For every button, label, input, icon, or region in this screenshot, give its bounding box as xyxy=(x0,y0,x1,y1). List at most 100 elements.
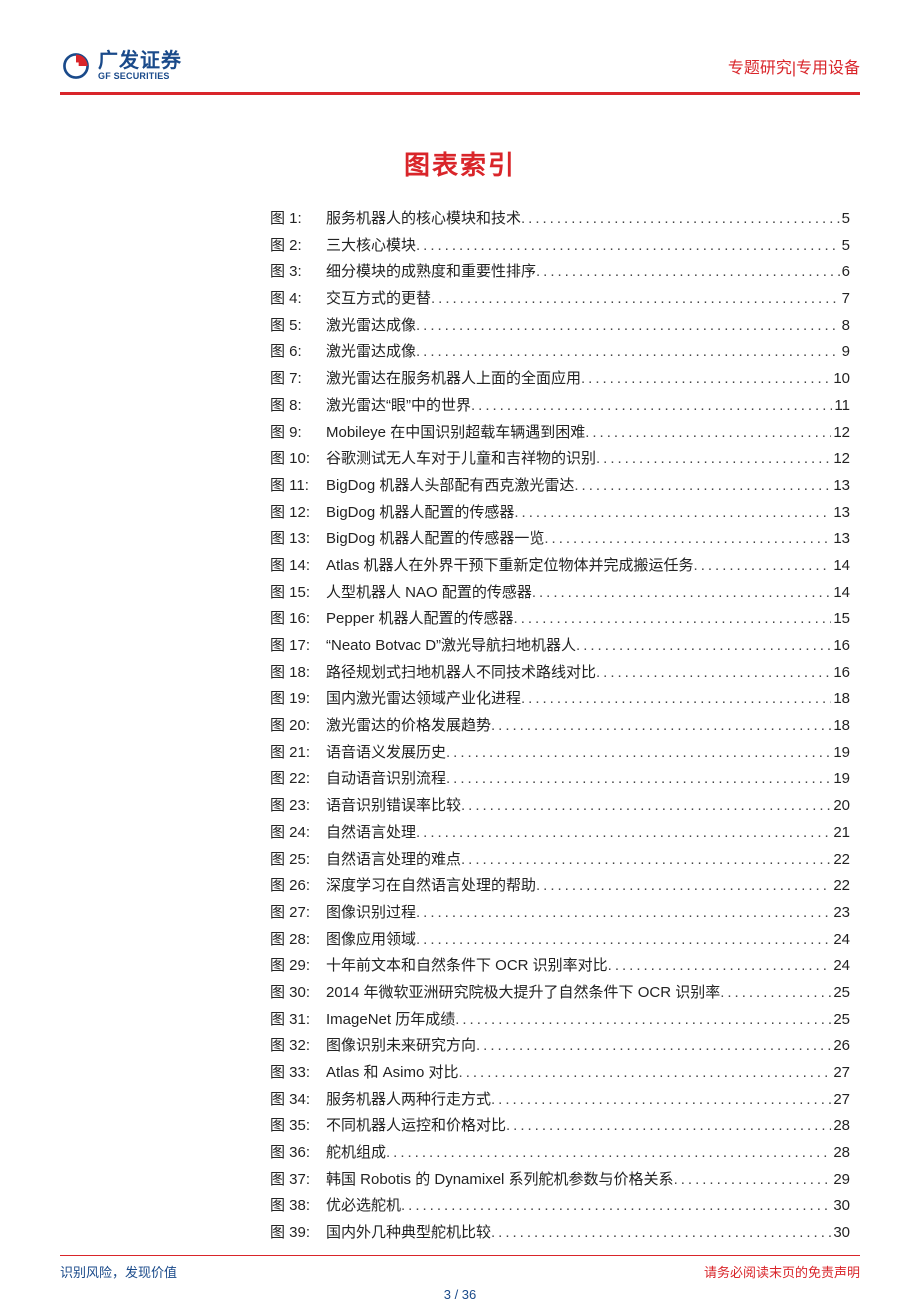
toc-leader-dots xyxy=(720,980,831,1007)
toc-leader-dots xyxy=(416,900,831,927)
toc-entry[interactable]: 图 29:十年前文本和自然条件下 OCR 识别率对比 24 xyxy=(270,953,850,980)
toc-leader-dots xyxy=(461,793,831,820)
toc-leader-dots xyxy=(491,1220,831,1247)
toc-label: 图 31: xyxy=(270,1007,326,1034)
toc-label: 图 32: xyxy=(270,1033,326,1060)
toc-label: 图 28: xyxy=(270,927,326,954)
toc-entry[interactable]: 图 34:服务机器人两种行走方式 27 xyxy=(270,1087,850,1114)
toc-leader-dots xyxy=(416,927,831,954)
toc-page-number: 25 xyxy=(831,1007,850,1034)
toc-page-number: 21 xyxy=(831,820,850,847)
toc-label: 图 8: xyxy=(270,393,326,420)
toc-entry[interactable]: 图 35:不同机器人运控和价格对比 28 xyxy=(270,1113,850,1140)
toc-entry[interactable]: 图 2:三大核心模块 5 xyxy=(270,233,850,260)
toc-entry[interactable]: 图 15:人型机器人 NAO 配置的传感器 14 xyxy=(270,580,850,607)
toc-entry[interactable]: 图 14:Atlas 机器人在外界干预下重新定位物体并完成搬运任务 14 xyxy=(270,553,850,580)
toc-entry[interactable]: 图 9:Mobileye 在中国识别超载车辆遇到困难 12 xyxy=(270,420,850,447)
toc-label: 图 23: xyxy=(270,793,326,820)
toc-leader-dots xyxy=(532,580,831,607)
toc-label: 图 9: xyxy=(270,420,326,447)
toc-entry[interactable]: 图 11:BigDog 机器人头部配有西克激光雷达 13 xyxy=(270,473,850,500)
toc-leader-dots xyxy=(608,953,832,980)
toc-title: 自然语言处理 xyxy=(326,820,416,847)
toc-entry[interactable]: 图 4:交互方式的更替 7 xyxy=(270,286,850,313)
toc-entry[interactable]: 图 25:自然语言处理的难点 22 xyxy=(270,847,850,874)
toc-entry[interactable]: 图 18:路径规划式扫地机器人不同技术路线对比 16 xyxy=(270,660,850,687)
toc-title: 激光雷达成像 xyxy=(326,313,416,340)
toc-entry[interactable]: 图 7:激光雷达在服务机器人上面的全面应用 10 xyxy=(270,366,850,393)
toc-label: 图 34: xyxy=(270,1087,326,1114)
toc-title: 舵机组成 xyxy=(326,1140,386,1167)
toc-entry[interactable]: 图 38:优必选舵机 30 xyxy=(270,1193,850,1220)
toc-label: 图 1: xyxy=(270,206,326,233)
toc-page-number: 7 xyxy=(840,286,850,313)
toc-page-number: 27 xyxy=(831,1087,850,1114)
toc-entry[interactable]: 图 36:舵机组成 28 xyxy=(270,1140,850,1167)
toc-entry[interactable]: 图 8:激光雷达“眼”中的世界 11 xyxy=(270,393,850,420)
toc-label: 图 30: xyxy=(270,980,326,1007)
toc-entry[interactable]: 图 39:国内外几种典型舵机比较 30 xyxy=(270,1220,850,1247)
toc-entry[interactable]: 图 21:语音语义发展历史 19 xyxy=(270,740,850,767)
toc-title: 国内外几种典型舵机比较 xyxy=(326,1220,491,1247)
toc-label: 图 11: xyxy=(270,473,326,500)
page-header: 广发证券 GF SECURITIES 专题研究|专用设备 xyxy=(60,50,860,95)
toc-leader-dots xyxy=(491,713,831,740)
toc-entry[interactable]: 图 17:“Neato Botvac D”激光导航扫地机器人 16 xyxy=(270,633,850,660)
toc-page-number: 14 xyxy=(831,580,850,607)
toc-page-number: 18 xyxy=(831,713,850,740)
toc-entry[interactable]: 图 32:图像识别未来研究方向 26 xyxy=(270,1033,850,1060)
toc-entry[interactable]: 图 37:韩国 Robotis 的 Dynamixel 系列舵机参数与价格关系 … xyxy=(270,1167,850,1194)
toc-title: 路径规划式扫地机器人不同技术路线对比 xyxy=(326,660,596,687)
toc-entry[interactable]: 图 26:深度学习在自然语言处理的帮助 22 xyxy=(270,873,850,900)
toc-entry[interactable]: 图 16:Pepper 机器人配置的传感器 15 xyxy=(270,606,850,633)
toc-page-number: 22 xyxy=(831,847,850,874)
toc-title: 优必选舵机 xyxy=(326,1193,401,1220)
toc-entry[interactable]: 图 28:图像应用领域 24 xyxy=(270,927,850,954)
toc-entry[interactable]: 图 22:自动语音识别流程 19 xyxy=(270,766,850,793)
toc-label: 图 14: xyxy=(270,553,326,580)
toc-entry[interactable]: 图 12:BigDog 机器人配置的传感器 13 xyxy=(270,500,850,527)
toc-page-number: 16 xyxy=(831,660,850,687)
toc-entry[interactable]: 图 1:服务机器人的核心模块和技术 5 xyxy=(270,206,850,233)
toc-entry[interactable]: 图 5:激光雷达成像 8 xyxy=(270,313,850,340)
toc-page-number: 24 xyxy=(831,927,850,954)
toc-label: 图 18: xyxy=(270,660,326,687)
toc-leader-dots xyxy=(536,259,840,286)
toc-entry[interactable]: 图 13:BigDog 机器人配置的传感器一览 13 xyxy=(270,526,850,553)
toc-label: 图 2: xyxy=(270,233,326,260)
toc-entry[interactable]: 图 27:图像识别过程 23 xyxy=(270,900,850,927)
toc-entry[interactable]: 图 3:细分模块的成熟度和重要性排序 6 xyxy=(270,259,850,286)
toc-label: 图 22: xyxy=(270,766,326,793)
toc-leader-dots xyxy=(416,313,840,340)
toc-leader-dots xyxy=(574,473,831,500)
toc-title: 自动语音识别流程 xyxy=(326,766,446,793)
toc-entry[interactable]: 图 31:ImageNet 历年成绩 25 xyxy=(270,1007,850,1034)
toc-title: 国内激光雷达领域产业化进程 xyxy=(326,686,521,713)
toc-page-number: 15 xyxy=(831,606,850,633)
toc-label: 图 37: xyxy=(270,1167,326,1194)
toc-page-number: 19 xyxy=(831,740,850,767)
toc-leader-dots xyxy=(506,1113,831,1140)
toc-label: 图 4: xyxy=(270,286,326,313)
toc-entry[interactable]: 图 10:谷歌测试无人车对于儿童和吉祥物的识别 12 xyxy=(270,446,850,473)
header-category: 专题研究|专用设备 xyxy=(728,54,860,78)
toc-entry[interactable]: 图 6:激光雷达成像 9 xyxy=(270,339,850,366)
toc-entry[interactable]: 图 19:国内激光雷达领域产业化进程 18 xyxy=(270,686,850,713)
toc-page-number: 22 xyxy=(831,873,850,900)
toc-title: 语音语义发展历史 xyxy=(326,740,446,767)
toc-title: 人型机器人 NAO 配置的传感器 xyxy=(326,580,532,607)
toc-entry[interactable]: 图 20:激光雷达的价格发展趋势 18 xyxy=(270,713,850,740)
toc-page-number: 12 xyxy=(831,420,850,447)
toc-entry[interactable]: 图 23:语音识别错误率比较 20 xyxy=(270,793,850,820)
toc-label: 图 19: xyxy=(270,686,326,713)
toc-title: 十年前文本和自然条件下 OCR 识别率对比 xyxy=(326,953,608,980)
toc-entry[interactable]: 图 33:Atlas 和 Asimo 对比 27 xyxy=(270,1060,850,1087)
toc-title: 深度学习在自然语言处理的帮助 xyxy=(326,873,536,900)
toc-page-number: 11 xyxy=(832,393,850,420)
toc-page-number: 12 xyxy=(831,446,850,473)
company-logo: 广发证券 GF SECURITIES xyxy=(60,50,182,82)
toc-page-number: 23 xyxy=(831,900,850,927)
toc-entry[interactable]: 图 30:2014 年微软亚洲研究院极大提升了自然条件下 OCR 识别率 25 xyxy=(270,980,850,1007)
toc-entry[interactable]: 图 24:自然语言处理 21 xyxy=(270,820,850,847)
toc-page-number: 10 xyxy=(831,366,850,393)
